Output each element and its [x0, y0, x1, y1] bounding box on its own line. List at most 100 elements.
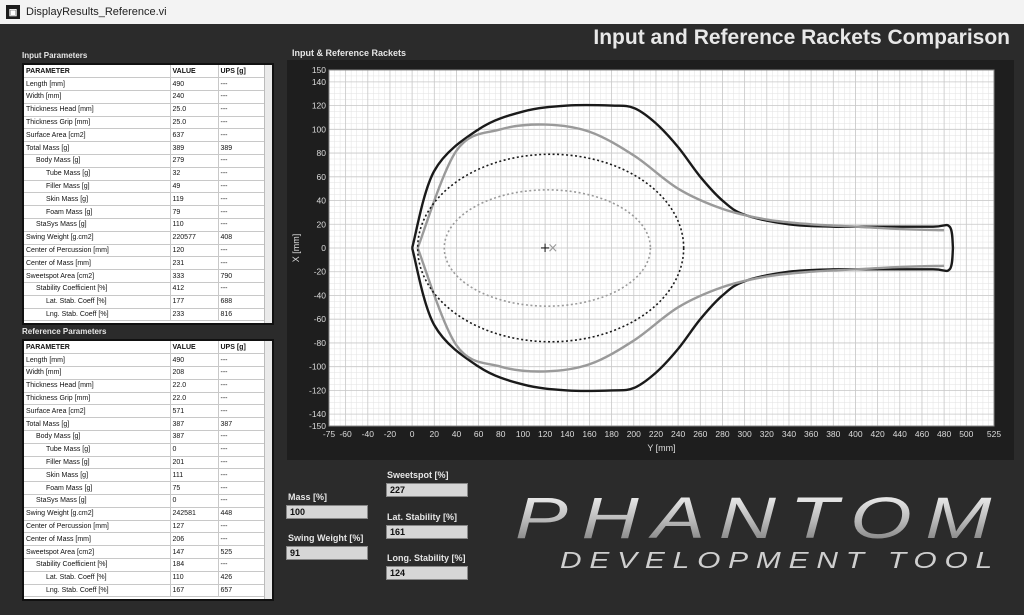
table-row[interactable]: Sweetspot Area [cm2] 333 790: [24, 269, 272, 284]
y-tick-label: -40: [314, 290, 327, 300]
x-tick-label: 40: [452, 429, 462, 439]
table-row[interactable]: Body Mass [g] 279 ---: [24, 154, 272, 168]
param-name-cell: Thickness Head [mm]: [24, 379, 171, 393]
param-name-cell: Length [mm]: [24, 77, 171, 92]
x-tick-label: 300: [738, 429, 752, 439]
table-row[interactable]: Stability Coefficient [%] 184 ---: [24, 558, 272, 572]
table-row[interactable]: Sweetspot Area [cm2] 147 525: [24, 545, 272, 560]
table-row[interactable]: Width [mm] 208 ---: [24, 366, 272, 380]
param-name-cell: Skin Mass [g]: [24, 192, 171, 207]
table-row[interactable]: Center of Percussion [mm] 127 ---: [24, 520, 272, 534]
y-tick-label: 40: [317, 196, 327, 206]
table-row[interactable]: Skin Mass [g] 111 ---: [24, 468, 272, 483]
param-name-cell: Center of Percussion [mm]: [24, 520, 171, 534]
param-name-cell: Sweetspot Area [cm2]: [24, 545, 171, 560]
param-value-cell: 240: [170, 90, 219, 104]
table-row[interactable]: Thickness Head [mm] 25.0 ---: [24, 103, 272, 117]
table-row[interactable]: Surface Area [cm2] 571 ---: [24, 404, 272, 419]
x-tick-label: 260: [693, 429, 707, 439]
table-row[interactable]: Tube Mass [g] 0 ---: [24, 443, 272, 457]
table-row[interactable]: Skin Mass [g] 119 ---: [24, 192, 272, 207]
table-row[interactable]: StaSys Mass [g] 110 ---: [24, 218, 272, 232]
param-name-cell: Skin Mass [g]: [24, 468, 171, 483]
param-name-cell: Tube Mass [g]: [24, 167, 171, 181]
lat-stability-label: Lat. Stability [%]: [387, 512, 458, 522]
table-row[interactable]: Thickness Grip [mm] 22.0 ---: [24, 392, 272, 406]
y-tick-label: 150: [312, 65, 326, 75]
y-tick-label: -150: [309, 421, 326, 431]
table-row[interactable]: Filler Mass [g] 49 ---: [24, 180, 272, 194]
param-value-cell: 242581: [170, 507, 219, 521]
table-row[interactable]: Body Mass [g] 387 ---: [24, 430, 272, 444]
y-tick-label: -100: [309, 362, 326, 372]
col-value-header: VALUE: [170, 341, 219, 355]
x-tick-label: 525: [987, 429, 1001, 439]
y-tick-label: 20: [317, 219, 327, 229]
table-row[interactable]: Surface Area [cm2] 637 ---: [24, 128, 272, 143]
input-params-table[interactable]: PARAMETER VALUE UPS [g] Length [mm] 490 --…: [22, 63, 274, 325]
table-row[interactable]: Filler Mass [g] 201 ---: [24, 456, 272, 470]
table-row[interactable]: Center of Mass [mm] 206 ---: [24, 532, 272, 547]
reference-table-scrollbar[interactable]: [264, 341, 272, 599]
x-tick-label: 220: [649, 429, 663, 439]
x-tick-label: 480: [937, 429, 951, 439]
param-name-cell: Swing Weight [g.cm2]: [24, 231, 171, 245]
table-row[interactable]: StaSys Mass [g] 0 ---: [24, 494, 272, 508]
table-row[interactable]: Lng. Stab. Coeff [%] 233 816: [24, 308, 272, 322]
table-row[interactable]: Center of Percussion [mm] 120 ---: [24, 244, 272, 258]
reference-params-label: Reference Parameters: [22, 327, 107, 336]
param-name-cell: Surface Area [cm2]: [24, 128, 171, 143]
x-tick-label: 440: [893, 429, 907, 439]
racket-comparison-chart[interactable]: -75 -60 -40 -20 0 20 40 60 80 100 120 140 160 180 200 2…: [287, 60, 1014, 460]
table-row[interactable]: Center of Mass [mm] 231 ---: [24, 256, 272, 271]
table-row[interactable]: Thickness Grip [mm] 25.0 ---: [24, 116, 272, 130]
param-value-cell: 231: [170, 256, 219, 271]
x-tick-label: 400: [848, 429, 862, 439]
table-row[interactable]: Lng. Stab. Coeff [%] 167 657: [24, 584, 272, 598]
param-value-cell: 208: [170, 366, 219, 380]
reference-params-table[interactable]: PARAMETER VALUE UPS [g] Length [mm] 490 --…: [22, 339, 274, 601]
table-row[interactable]: Foam Mass [g] 79 ---: [24, 205, 272, 220]
param-name-cell: Filler Mass [g]: [24, 180, 171, 194]
param-name-cell: Surface Area [cm2]: [24, 404, 171, 419]
page-title: Input and Reference Rackets Comparison: [593, 26, 1010, 49]
input-table-scrollbar[interactable]: [264, 65, 272, 323]
param-name-cell: Body Mass [g]: [24, 430, 171, 444]
table-row[interactable]: Tube Mass [g] 32 ---: [24, 167, 272, 181]
table-row[interactable]: Length [mm] 490 ---: [24, 353, 272, 368]
param-value-cell: 490: [170, 77, 219, 92]
param-value-cell: 32: [170, 167, 219, 181]
window-title: DisplayResults_Reference.vi: [26, 6, 167, 18]
table-row[interactable]: Stability Coefficient [%] 412 ---: [24, 282, 272, 296]
param-value-cell: 127: [170, 520, 219, 534]
param-value-cell: 387: [170, 417, 219, 432]
x-tick-label: 180: [605, 429, 619, 439]
param-value-cell: 167: [170, 584, 219, 598]
param-value-cell: 120: [170, 244, 219, 258]
sweetspot-indicator: 227: [386, 483, 468, 497]
y-tick-label: 120: [312, 101, 326, 111]
x-tick-label: 420: [871, 429, 885, 439]
param-name-cell: Thickness Grip [mm]: [24, 392, 171, 406]
param-name-cell: Stability Coefficient [%]: [24, 558, 171, 572]
table-row[interactable]: Lat. Stab. Coeff [%] 110 426: [24, 571, 272, 585]
x-tick-label: -40: [362, 429, 375, 439]
param-value-cell: 184: [170, 558, 219, 572]
param-value-cell: 206: [170, 532, 219, 547]
mass-label: Mass [%]: [288, 492, 328, 502]
y-tick-label: 60: [317, 172, 327, 182]
param-name-cell: Body Mass [g]: [24, 154, 171, 168]
table-row[interactable]: Width [mm] 240 ---: [24, 90, 272, 104]
table-row[interactable]: Total Mass [g] 387 387: [24, 417, 272, 432]
table-row[interactable]: Swing Weight [g.cm2] 220577 408: [24, 231, 272, 245]
param-name-cell: Width [mm]: [24, 366, 171, 380]
table-row[interactable]: Lat. Stab. Coeff [%] 177 688: [24, 295, 272, 309]
table-row[interactable]: Swing Weight [g.cm2] 242581 448: [24, 507, 272, 521]
table-row[interactable]: Thickness Head [mm] 22.0 ---: [24, 379, 272, 393]
x-tick-label: -60: [339, 429, 352, 439]
table-row[interactable]: Total Mass [g] 389 389: [24, 141, 272, 156]
table-row[interactable]: Length [mm] 490 ---: [24, 77, 272, 92]
param-value-cell: 387: [170, 430, 219, 444]
param-value-cell: 333: [170, 269, 219, 284]
table-row[interactable]: Foam Mass [g] 75 ---: [24, 481, 272, 496]
